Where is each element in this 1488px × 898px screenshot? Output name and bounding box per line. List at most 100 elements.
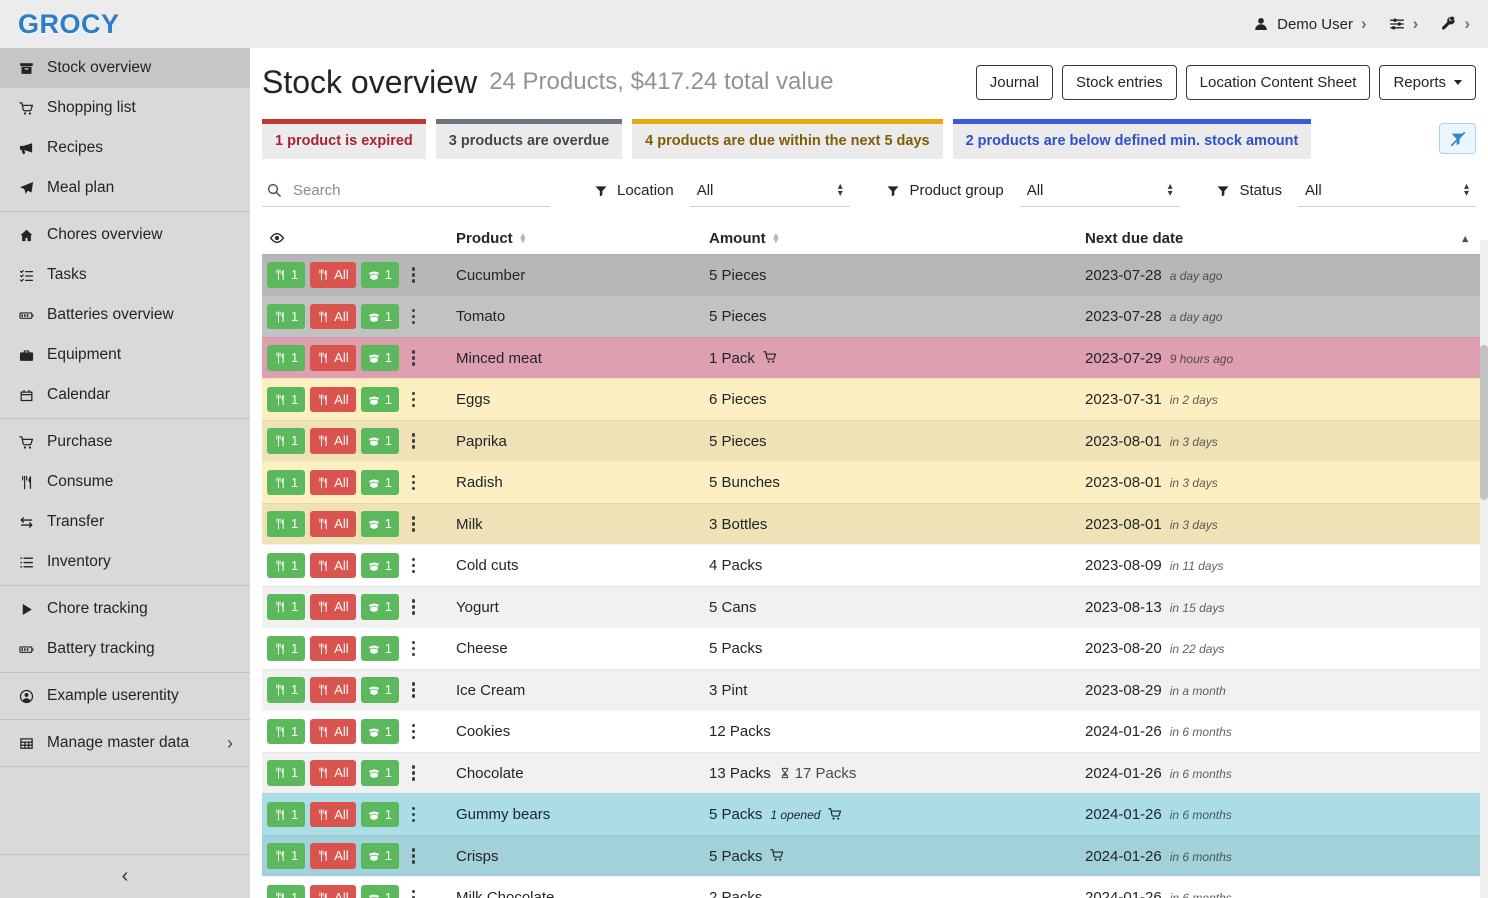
consume-all-button[interactable]: All bbox=[310, 511, 355, 537]
user-menu[interactable]: Demo User › bbox=[1253, 14, 1367, 34]
location-content-sheet-button[interactable]: Location Content Sheet bbox=[1186, 65, 1371, 100]
scrollbar-thumb[interactable] bbox=[1480, 345, 1488, 500]
status-chip-products-are[interactable]: 4 products are due within the next 5 day… bbox=[632, 119, 942, 159]
consume-all-button[interactable]: All bbox=[310, 719, 355, 745]
row-menu-button[interactable] bbox=[406, 262, 422, 288]
product-name[interactable]: Yogurt bbox=[448, 599, 701, 616]
consume-one-button[interactable]: 1 bbox=[267, 511, 305, 537]
product-name[interactable]: Cold cuts bbox=[448, 557, 701, 574]
open-one-button[interactable]: 1 bbox=[361, 636, 399, 662]
sidebar-collapse-button[interactable]: ‹ bbox=[0, 854, 250, 898]
open-one-button[interactable]: 1 bbox=[361, 470, 399, 496]
consume-all-button[interactable]: All bbox=[310, 262, 355, 288]
consume-one-button[interactable]: 1 bbox=[267, 428, 305, 454]
sidebar-item-inventory[interactable]: Inventory bbox=[0, 542, 250, 582]
consume-one-button[interactable]: 1 bbox=[267, 677, 305, 703]
open-one-button[interactable]: 1 bbox=[361, 345, 399, 371]
product-name[interactable]: Tomato bbox=[448, 308, 701, 325]
consume-all-button[interactable]: All bbox=[310, 553, 355, 579]
location-filter-label[interactable]: Location bbox=[594, 175, 674, 206]
consume-all-button[interactable]: All bbox=[310, 387, 355, 413]
open-one-button[interactable]: 1 bbox=[361, 553, 399, 579]
row-menu-button[interactable] bbox=[406, 594, 422, 620]
row-menu-button[interactable] bbox=[406, 636, 422, 662]
sidebar-item-shopping-list[interactable]: Shopping list bbox=[0, 88, 250, 128]
sidebar-item-recipes[interactable]: Recipes bbox=[0, 128, 250, 168]
open-one-button[interactable]: 1 bbox=[361, 262, 399, 288]
product-group-filter-label[interactable]: Product group bbox=[886, 175, 1003, 206]
row-menu-button[interactable] bbox=[406, 760, 422, 786]
consume-one-button[interactable]: 1 bbox=[267, 885, 305, 898]
consume-one-button[interactable]: 1 bbox=[267, 387, 305, 413]
consume-one-button[interactable]: 1 bbox=[267, 262, 305, 288]
search-input[interactable] bbox=[293, 182, 546, 199]
consume-all-button[interactable]: All bbox=[310, 802, 355, 828]
status-chip-products-are[interactable]: 3 products are overdue bbox=[436, 119, 622, 159]
open-one-button[interactable]: 1 bbox=[361, 760, 399, 786]
settings-menu[interactable]: › bbox=[1389, 14, 1419, 34]
product-name[interactable]: Chocolate bbox=[448, 765, 701, 782]
sidebar-item-battery-tracking[interactable]: Battery tracking bbox=[0, 629, 250, 669]
open-one-button[interactable]: 1 bbox=[361, 885, 399, 898]
consume-one-button[interactable]: 1 bbox=[267, 345, 305, 371]
sidebar-item-chores-overview[interactable]: Chores overview bbox=[0, 215, 250, 255]
consume-one-button[interactable]: 1 bbox=[267, 719, 305, 745]
sidebar-item-consume[interactable]: Consume bbox=[0, 462, 250, 502]
product-group-select[interactable]: All▴▾ bbox=[1020, 175, 1180, 207]
sidebar-item-calendar[interactable]: Calendar bbox=[0, 375, 250, 415]
consume-all-button[interactable]: All bbox=[310, 428, 355, 454]
sidebar-item-example-userentity[interactable]: Example userentity bbox=[0, 676, 250, 716]
consume-all-button[interactable]: All bbox=[310, 885, 355, 898]
sidebar-item-purchase[interactable]: Purchase bbox=[0, 422, 250, 462]
vertical-scrollbar[interactable] bbox=[1480, 240, 1488, 898]
consume-all-button[interactable]: All bbox=[310, 760, 355, 786]
product-name[interactable]: Milk Chocolate bbox=[448, 889, 701, 898]
product-name[interactable]: Cookies bbox=[448, 723, 701, 740]
open-one-button[interactable]: 1 bbox=[361, 387, 399, 413]
consume-one-button[interactable]: 1 bbox=[267, 802, 305, 828]
open-one-button[interactable]: 1 bbox=[361, 594, 399, 620]
status-filter-label[interactable]: Status bbox=[1216, 175, 1282, 206]
row-menu-button[interactable] bbox=[406, 470, 422, 496]
product-name[interactable]: Eggs bbox=[448, 391, 701, 408]
product-name[interactable]: Cucumber bbox=[448, 267, 701, 284]
row-menu-button[interactable] bbox=[406, 843, 422, 869]
status-chip-products-are[interactable]: 2 products are below defined min. stock … bbox=[953, 119, 1312, 159]
consume-all-button[interactable]: All bbox=[310, 304, 355, 330]
row-menu-button[interactable] bbox=[406, 387, 422, 413]
row-menu-button[interactable] bbox=[406, 553, 422, 579]
open-one-button[interactable]: 1 bbox=[361, 719, 399, 745]
sidebar-item-meal-plan[interactable]: Meal plan bbox=[0, 168, 250, 208]
sidebar-item-chore-tracking[interactable]: Chore tracking bbox=[0, 589, 250, 629]
product-name[interactable]: Ice Cream bbox=[448, 682, 701, 699]
product-name[interactable]: Gummy bears bbox=[448, 806, 701, 823]
row-menu-button[interactable] bbox=[406, 677, 422, 703]
consume-one-button[interactable]: 1 bbox=[267, 594, 305, 620]
status-select[interactable]: All▴▾ bbox=[1298, 175, 1476, 207]
sidebar-item-tasks[interactable]: Tasks bbox=[0, 255, 250, 295]
column-header-amount[interactable]: Amount ▴▾ bbox=[701, 230, 1077, 247]
product-name[interactable]: Paprika bbox=[448, 433, 701, 450]
consume-all-button[interactable]: All bbox=[310, 470, 355, 496]
product-name[interactable]: Radish bbox=[448, 474, 701, 491]
open-one-button[interactable]: 1 bbox=[361, 843, 399, 869]
product-name[interactable]: Milk bbox=[448, 516, 701, 533]
consume-one-button[interactable]: 1 bbox=[267, 843, 305, 869]
row-menu-button[interactable] bbox=[406, 719, 422, 745]
row-menu-button[interactable] bbox=[406, 428, 422, 454]
column-visibility-toggle[interactable] bbox=[262, 230, 448, 246]
location-select[interactable]: All▴▾ bbox=[690, 175, 850, 207]
clear-filters-button[interactable] bbox=[1439, 123, 1476, 154]
reports-button[interactable]: Reports bbox=[1379, 65, 1476, 100]
sidebar-item-manage-master-data[interactable]: Manage master data› bbox=[0, 723, 250, 763]
consume-all-button[interactable]: All bbox=[310, 677, 355, 703]
product-name[interactable]: Crisps bbox=[448, 848, 701, 865]
consume-one-button[interactable]: 1 bbox=[267, 760, 305, 786]
sidebar-item-equipment[interactable]: Equipment bbox=[0, 335, 250, 375]
sidebar-item-transfer[interactable]: Transfer bbox=[0, 502, 250, 542]
open-one-button[interactable]: 1 bbox=[361, 428, 399, 454]
row-menu-button[interactable] bbox=[406, 802, 422, 828]
consume-one-button[interactable]: 1 bbox=[267, 304, 305, 330]
status-chip-product-is[interactable]: 1 product is expired bbox=[262, 119, 426, 159]
row-menu-button[interactable] bbox=[406, 345, 422, 371]
